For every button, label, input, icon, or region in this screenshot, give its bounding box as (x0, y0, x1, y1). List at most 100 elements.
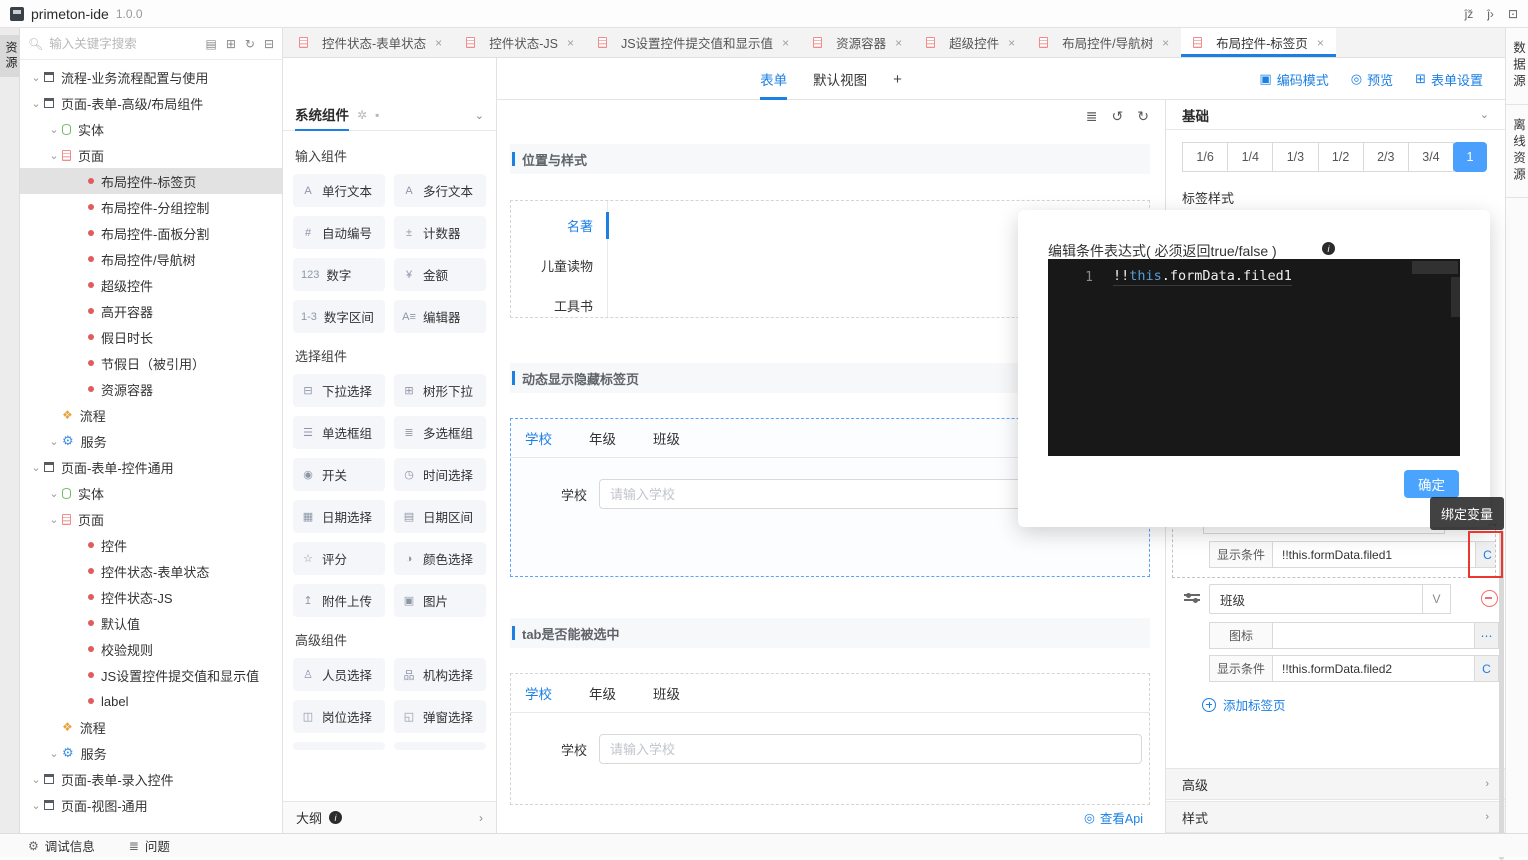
palette-item[interactable] (394, 742, 486, 750)
document-tab[interactable]: JS设置控件提交值和显示值× (586, 28, 801, 57)
tree-item[interactable]: ⌄页面 (20, 142, 282, 168)
view-api-link[interactable]: ◎ 查看Api (1084, 808, 1143, 827)
document-tab[interactable]: 控件状态-JS× (454, 28, 586, 57)
tree-item[interactable]: 布局控件/导航树 (20, 246, 282, 272)
tree-item[interactable]: label (20, 688, 282, 714)
rail-tab-离线资源[interactable]: 离线资源 (1506, 105, 1528, 198)
palette-item[interactable]: ±计数器 (394, 216, 486, 249)
tree-item[interactable]: 控件状态-JS (20, 584, 282, 610)
document-tab[interactable]: 资源容器× (801, 28, 914, 57)
code-mode-button[interactable]: ▣编码模式 (1259, 70, 1328, 89)
tree-item[interactable]: ⌄⚙服务 (20, 428, 282, 454)
palette-item[interactable]: ▦日期选择 (293, 500, 385, 533)
palette-item[interactable]: ◱弹窗选择 (394, 700, 486, 733)
vertical-tab[interactable]: 儿童读物 (511, 245, 607, 285)
tree-item[interactable]: 控件 (20, 532, 282, 558)
expander-icon[interactable]: ⌄ (46, 435, 62, 448)
palette-item[interactable]: 123数字 (293, 258, 385, 291)
palette-item[interactable] (293, 742, 385, 750)
code-editor[interactable]: 1 !!this.formData.filed1 (1048, 259, 1460, 456)
fraction-button[interactable]: 1/6 (1182, 142, 1228, 172)
tree-item[interactable]: ⌄页面-表单-控件通用 (20, 454, 282, 480)
close-icon[interactable]: × (782, 36, 789, 50)
document-tab[interactable]: 超级控件× (914, 28, 1027, 57)
refresh-icon[interactable]: ↻ (245, 37, 255, 51)
import-icon[interactable]: ▤ (205, 37, 216, 51)
palette-item[interactable]: ▣图片 (394, 584, 486, 617)
expander-icon[interactable]: ⌄ (28, 71, 44, 84)
palette-item[interactable]: ◑颜色选择 (394, 542, 486, 575)
fraction-button[interactable]: 3/4 (1408, 142, 1454, 172)
confirm-button[interactable]: 确定 (1404, 470, 1459, 498)
palette-item[interactable]: ☆评分 (293, 542, 385, 575)
search-input[interactable] (49, 37, 205, 51)
tree-item[interactable]: ⌄页面-表单-录入控件 (20, 766, 282, 792)
fraction-button[interactable]: 1/2 (1318, 142, 1364, 172)
tree-item[interactable]: ⌄页面-视图-通用 (20, 792, 282, 818)
tree-item[interactable]: ⌄流程-业务流程配置与使用 (20, 64, 282, 90)
panel-scrollbar[interactable] (1499, 530, 1504, 860)
tree-item[interactable]: ❖流程 (20, 714, 282, 740)
tree-item[interactable]: ❖流程 (20, 402, 282, 428)
tab-学校[interactable]: 学校 (525, 683, 552, 703)
expander-icon[interactable]: ⌄ (28, 799, 44, 812)
school-input[interactable] (599, 734, 1142, 764)
palette-item[interactable]: ⊟下拉选择 (293, 374, 385, 407)
more-button[interactable]: ⋯ (1475, 622, 1499, 649)
layout-glyph-icon[interactable]: ĵž (1465, 7, 1474, 21)
fraction-button[interactable]: 1/3 (1272, 142, 1318, 172)
view-tab-表单[interactable]: 表单 (760, 58, 787, 100)
close-icon[interactable]: × (1008, 36, 1015, 50)
palette-item[interactable]: A≡编辑器 (394, 300, 486, 333)
section-style[interactable]: 样式 › (1166, 801, 1505, 833)
outline-icon[interactable]: ≣ (1086, 108, 1098, 125)
expander-icon[interactable]: ⌄ (46, 747, 62, 760)
tab-学校[interactable]: 学校 (525, 428, 552, 448)
palette-item[interactable]: ◷时间选择 (394, 458, 486, 491)
add-tab-link[interactable]: 添加标签页 (1202, 695, 1286, 714)
palette-item[interactable]: ♙人员选择 (293, 658, 385, 691)
info-icon[interactable]: i (1322, 242, 1335, 255)
tree-item[interactable]: ⌄实体 (20, 116, 282, 142)
expander-icon[interactable]: ⌄ (46, 123, 62, 136)
vertical-tab[interactable]: 工具书 (511, 285, 607, 325)
palette-item[interactable]: ¥金额 (394, 258, 486, 291)
section-advanced[interactable]: 高级 › (1166, 768, 1505, 800)
expander-icon[interactable]: ⌄ (46, 149, 62, 162)
tree-item[interactable]: ⌄⚙服务 (20, 740, 282, 766)
tree-item[interactable]: 布局控件-面板分割 (20, 220, 282, 246)
tab-name-input[interactable] (1209, 584, 1423, 614)
tabs-widget[interactable]: 学校年级班级 学校 (510, 673, 1150, 805)
expander-icon[interactable]: ⌄ (28, 461, 44, 474)
palette-item[interactable]: #自动编号 (293, 216, 385, 249)
palette-item[interactable]: ▤日期区间 (394, 500, 486, 533)
fraction-button[interactable]: 1/4 (1227, 142, 1273, 172)
palette-item[interactable]: A单行文本 (293, 174, 385, 207)
condition-value[interactable]: !!this.formData.filed1 (1273, 541, 1476, 568)
collapse-all-icon[interactable]: ⊟ (264, 37, 274, 51)
chevron-down-icon[interactable]: ⌄ (475, 109, 484, 122)
close-icon[interactable]: × (435, 36, 442, 50)
expander-icon[interactable]: ⌄ (28, 773, 44, 786)
document-tab[interactable]: 控件状态-表单状态× (287, 28, 454, 57)
save-icon[interactable]: ⊡ (1508, 7, 1518, 21)
close-icon[interactable]: × (1162, 36, 1169, 50)
palette-item[interactable]: A多行文本 (394, 174, 486, 207)
custom-components-icon[interactable]: ✲ (357, 108, 367, 122)
tree-item[interactable]: 节假日（被引用） (20, 350, 282, 376)
problems-button[interactable]: ≣问题 (129, 836, 170, 855)
tree-item[interactable]: 超级控件 (20, 272, 282, 298)
drag-handle-icon[interactable] (1184, 591, 1200, 605)
tab-年级[interactable]: 年级 (589, 683, 616, 703)
document-tab[interactable]: 布局控件/导航树× (1027, 28, 1181, 57)
tree-item[interactable]: 布局控件-标签页 (20, 168, 282, 194)
document-tab[interactable]: 布局控件-标签页× (1181, 28, 1336, 57)
preview-button[interactable]: ◎预览 (1351, 70, 1393, 89)
tree-item[interactable]: 布局控件-分组控制 (20, 194, 282, 220)
condition-value[interactable]: !!this.formData.filed2 (1273, 655, 1475, 682)
tree-item[interactable]: 假日时长 (20, 324, 282, 350)
tree-item[interactable]: ⌄实体 (20, 480, 282, 506)
palette-item[interactable]: ⊞树形下拉 (394, 374, 486, 407)
fraction-button[interactable]: 1 (1453, 142, 1487, 172)
palette-item[interactable]: 品机构选择 (394, 658, 486, 691)
